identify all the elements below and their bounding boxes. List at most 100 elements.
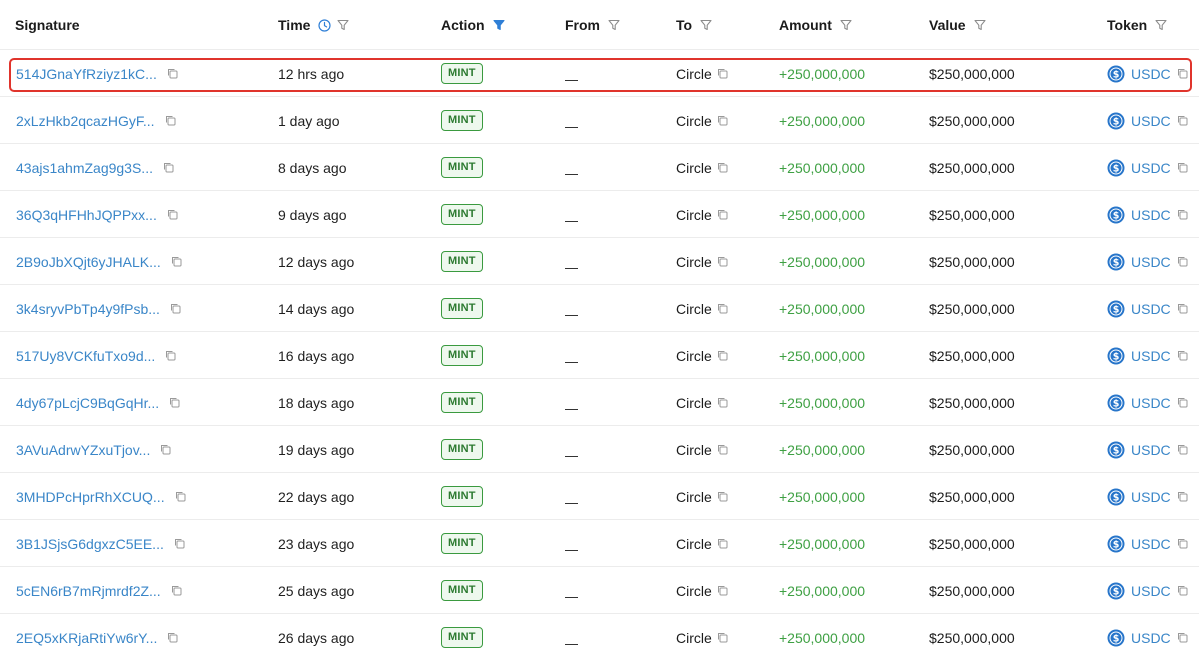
copy-icon[interactable] — [1177, 632, 1188, 643]
signature-cell: 517Uy8VCKfuTxo9d... — [16, 332, 176, 379]
copy-icon[interactable] — [165, 350, 176, 361]
signature-link[interactable]: 3B1JSjsG6dgxzC5EE... — [16, 536, 164, 552]
action-badge: MINT — [441, 157, 483, 178]
filter-active-icon[interactable] — [493, 19, 505, 31]
copy-icon[interactable] — [717, 162, 728, 173]
copy-icon[interactable] — [1177, 115, 1188, 126]
copy-icon[interactable] — [717, 115, 728, 126]
copy-icon[interactable] — [171, 585, 182, 596]
token-link[interactable]: USDC — [1131, 348, 1171, 364]
svg-text:$: $ — [1113, 257, 1120, 268]
signature-link[interactable]: 517Uy8VCKfuTxo9d... — [16, 348, 155, 364]
filter-icon[interactable] — [840, 19, 852, 31]
copy-icon[interactable] — [167, 68, 178, 79]
filter-icon[interactable] — [974, 19, 986, 31]
copy-icon[interactable] — [170, 303, 181, 314]
table-row: 36Q3qHFHhJQPPxx... 9 days ago MINT Circl… — [0, 191, 1199, 238]
copy-icon[interactable] — [169, 397, 180, 408]
copy-icon[interactable] — [1177, 491, 1188, 502]
copy-icon[interactable] — [717, 68, 728, 79]
token-cell: $ USDC — [1107, 238, 1188, 285]
filter-icon[interactable] — [337, 19, 349, 31]
svg-text:$: $ — [1113, 539, 1120, 550]
signature-link[interactable]: 2EQ5xKRjaRtiYw6rY... — [16, 630, 157, 646]
token-cell: $ USDC — [1107, 144, 1188, 191]
to-cell: Circle — [676, 50, 728, 97]
copy-icon[interactable] — [175, 491, 186, 502]
signature-link[interactable]: 3k4sryvPbTp4y9fPsb... — [16, 301, 160, 317]
filter-icon[interactable] — [700, 19, 712, 31]
copy-icon[interactable] — [163, 162, 174, 173]
copy-icon[interactable] — [1177, 68, 1188, 79]
copy-icon[interactable] — [717, 632, 728, 643]
action-cell: MINT — [441, 285, 483, 332]
value-text: $250,000,000 — [929, 488, 1015, 505]
copy-icon[interactable] — [1177, 256, 1188, 267]
token-link[interactable]: USDC — [1131, 442, 1171, 458]
copy-icon[interactable] — [167, 632, 178, 643]
copy-icon[interactable] — [1177, 209, 1188, 220]
time-text: 16 days ago — [278, 347, 355, 364]
signature-link[interactable]: 2B9oJbXQjt6yJHALK... — [16, 254, 161, 270]
copy-icon[interactable] — [174, 538, 185, 549]
signature-link[interactable]: 3AVuAdrwYZxuTjov... — [16, 442, 150, 458]
copy-icon[interactable] — [1177, 585, 1188, 596]
copy-icon[interactable] — [1177, 303, 1188, 314]
token-link[interactable]: USDC — [1131, 113, 1171, 129]
copy-icon[interactable] — [165, 115, 176, 126]
usdc-coin-icon: $ — [1107, 253, 1125, 271]
copy-icon[interactable] — [160, 444, 171, 455]
signature-link[interactable]: 2xLzHkb2qcazHGyF... — [16, 113, 155, 129]
copy-icon[interactable] — [717, 350, 728, 361]
copy-icon[interactable] — [717, 256, 728, 267]
copy-icon[interactable] — [1177, 162, 1188, 173]
column-label-token: Token — [1107, 17, 1148, 33]
column-label-signature: Signature — [15, 17, 80, 33]
signature-link[interactable]: 4dy67pLcjC9BqGqHr... — [16, 395, 159, 411]
copy-icon[interactable] — [1177, 397, 1188, 408]
copy-icon[interactable] — [1177, 538, 1188, 549]
copy-icon[interactable] — [717, 303, 728, 314]
value-cell: $250,000,000 — [929, 379, 1015, 426]
value-cell: $250,000,000 — [929, 191, 1015, 238]
signature-link[interactable]: 3MHDPcHprRhXCUQ... — [16, 489, 165, 505]
copy-icon[interactable] — [717, 538, 728, 549]
from-cell — [565, 144, 578, 191]
token-link[interactable]: USDC — [1131, 254, 1171, 270]
copy-icon[interactable] — [171, 256, 182, 267]
copy-icon[interactable] — [717, 209, 728, 220]
copy-icon[interactable] — [717, 491, 728, 502]
token-link[interactable]: USDC — [1131, 583, 1171, 599]
token-link[interactable]: USDC — [1131, 301, 1171, 317]
copy-icon[interactable] — [717, 585, 728, 596]
clock-icon[interactable] — [318, 18, 332, 32]
copy-icon[interactable] — [717, 444, 728, 455]
copy-icon[interactable] — [1177, 444, 1188, 455]
token-link[interactable]: USDC — [1131, 395, 1171, 411]
token-link[interactable]: USDC — [1131, 207, 1171, 223]
signature-link[interactable]: 5cEN6rB7mRjmrdf2Z... — [16, 583, 161, 599]
signature-cell: 5cEN6rB7mRjmrdf2Z... — [16, 567, 182, 614]
signature-link[interactable]: 36Q3qHFHhJQPPxx... — [16, 207, 157, 223]
token-link[interactable]: USDC — [1131, 536, 1171, 552]
token-link[interactable]: USDC — [1131, 66, 1171, 82]
copy-icon[interactable] — [717, 397, 728, 408]
value-text: $250,000,000 — [929, 112, 1015, 129]
token-link[interactable]: USDC — [1131, 489, 1171, 505]
filter-icon[interactable] — [1155, 19, 1167, 31]
copy-icon[interactable] — [167, 209, 178, 220]
signature-cell: 3MHDPcHprRhXCUQ... — [16, 473, 186, 520]
table-row: 4dy67pLcjC9BqGqHr... 18 days ago MINT Ci… — [0, 379, 1199, 426]
token-link[interactable]: USDC — [1131, 630, 1171, 646]
value-cell: $250,000,000 — [929, 473, 1015, 520]
copy-icon[interactable] — [1177, 350, 1188, 361]
amount-cell: +250,000,000 — [779, 379, 865, 426]
filter-icon[interactable] — [608, 19, 620, 31]
signature-link[interactable]: 514JGnaYfRziyz1kC... — [16, 66, 157, 82]
time-cell: 26 days ago — [278, 614, 354, 659]
time-text: 26 days ago — [278, 629, 355, 646]
empty-dash — [565, 127, 578, 128]
signature-link[interactable]: 43ajs1ahmZag9g3S... — [16, 160, 153, 176]
value-text: $250,000,000 — [929, 159, 1015, 176]
token-link[interactable]: USDC — [1131, 160, 1171, 176]
